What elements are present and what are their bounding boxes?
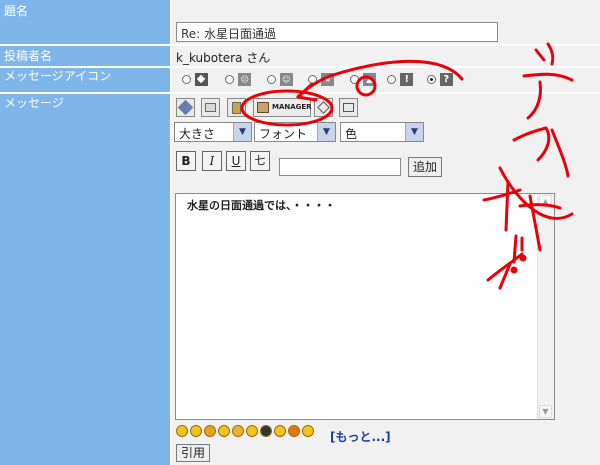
font-select[interactable]: フォント ▼ [254,122,336,142]
icon-radio-7[interactable] [426,75,436,84]
surprised-emoticon-icon[interactable] [218,425,230,437]
doc-icon [232,102,241,114]
title-input[interactable]: Re: 水星日面通過 [176,22,498,42]
strike-button[interactable]: 七 [250,151,270,171]
scroll-up-icon[interactable]: ▲ [539,195,552,208]
link-icon [177,99,194,116]
angry-emoticon-icon[interactable] [288,425,300,437]
message-textarea[interactable]: 水星の日面通過では、・・・・ ▲ ▼ [175,193,555,420]
author-cell: k_kubotera さん [172,46,600,66]
underline-button[interactable]: U [226,151,246,171]
add-button[interactable]: 追加 [408,157,442,177]
italic-button[interactable]: I [202,151,222,171]
chevron-down-icon: ▼ [405,123,423,141]
wink-emoticon-icon[interactable] [302,425,314,437]
picture-icon: ▲ [362,73,376,86]
author-row: 投稿者名 k_kubotera さん [0,46,600,66]
icon-radio-2[interactable] [225,75,235,84]
frown-emoticon-icon[interactable] [204,425,216,437]
more-link[interactable]: [もっと...] [330,428,391,445]
icon-label: メッセージアイコン [0,68,170,92]
manager-face-icon [257,102,269,113]
bold-button[interactable]: B [176,151,196,171]
emoticon-bar [176,425,336,438]
arrow-tool-button[interactable] [314,98,333,117]
icon-radio-1[interactable] [182,75,191,84]
manager-button[interactable]: MANAGER [253,98,312,117]
title-row: 題名 Re: 水星日面通過 [0,0,600,44]
table-icon [343,103,354,112]
title-label: 題名 [0,0,170,44]
icon-radio-5[interactable] [349,75,359,84]
title-cell: Re: 水星日面通過 [172,0,600,44]
color-select[interactable]: 色 ▼ [340,122,424,142]
diamond-arrow-icon [317,101,330,114]
image-tool-button[interactable] [201,98,220,117]
icon-cell: ☹ ☺ ★ ▲ ! ? [172,68,600,92]
message-label: メッセージ [0,94,170,465]
extra-input[interactable] [279,158,401,176]
cool-emoticon-icon[interactable] [260,425,272,437]
quote-button[interactable]: 引用 [176,444,210,462]
message-row: メッセージ MANAGER 大きさ ▼ フォント ▼ 色 ▼ B I U 七 追… [0,94,600,465]
size-select[interactable]: 大きさ ▼ [174,122,252,142]
link-tool-button[interactable] [176,98,195,117]
star-icon: ★ [321,73,335,86]
scroll-down-icon[interactable]: ▼ [539,405,552,418]
icon-radio-3[interactable] [266,75,276,84]
icon-row: メッセージアイコン ☹ ☺ ★ ▲ ! ? [0,68,600,92]
tongue-emoticon-icon[interactable] [246,425,258,437]
table-tool-button[interactable] [339,98,358,117]
toolbar: MANAGER [176,98,376,118]
author-value: k_kubotera さん [176,51,271,65]
message-cell: MANAGER 大きさ ▼ フォント ▼ 色 ▼ B I U 七 追加 水星の日… [172,94,600,465]
exclamation-icon: ! [400,73,414,86]
message-text: 水星の日面通過では、・・・・ [187,199,336,212]
diamond-icon [194,73,208,86]
sad-face-icon: ☹ [238,73,252,86]
question-icon: ? [439,73,453,86]
smile-emoticon-icon[interactable] [190,425,202,437]
image-icon [205,103,216,112]
grin-emoticon-icon[interactable] [176,425,188,437]
chevron-down-icon: ▼ [233,123,251,141]
textarea-scrollbar[interactable]: ▲ ▼ [537,194,554,419]
icon-radio-4[interactable] [308,75,318,84]
author-label: 投稿者名 [0,46,170,66]
laugh-emoticon-icon[interactable] [274,425,286,437]
chevron-down-icon: ▼ [317,123,335,141]
happy-face-icon: ☺ [279,73,293,86]
icon-radio-6[interactable] [387,75,397,84]
doc-tool-button[interactable] [227,98,246,117]
blush-emoticon-icon[interactable] [232,425,244,437]
